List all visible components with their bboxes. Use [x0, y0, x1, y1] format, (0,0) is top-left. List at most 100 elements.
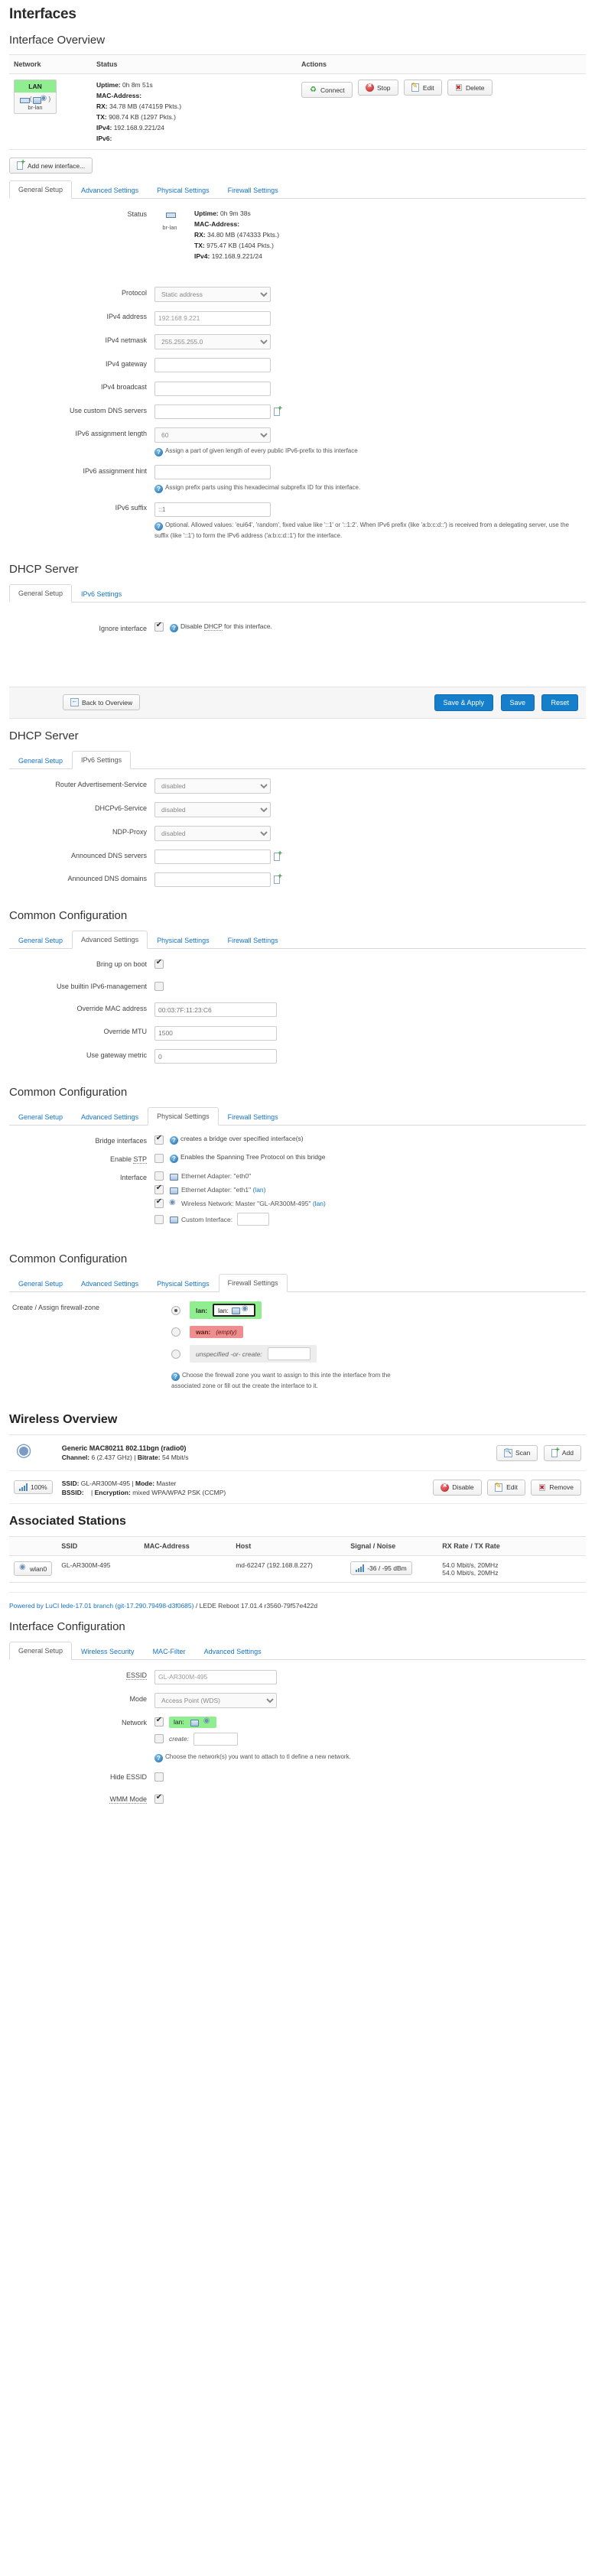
zone-wan-chip: wan: (empty) [190, 1326, 243, 1338]
zone-option-unspecified[interactable]: unspecified -or- create: [171, 1345, 586, 1363]
interface-wireless-checkbox[interactable] [154, 1197, 164, 1208]
tab-general-setup[interactable]: General Setup [9, 180, 73, 199]
add-dns-server-icon[interactable] [274, 850, 282, 861]
gateway-metric-input[interactable] [154, 1049, 277, 1064]
tab-cp-firewall-settings[interactable]: Firewall Settings [219, 1108, 288, 1126]
zone-wan-radio[interactable] [171, 1327, 180, 1337]
router-advertisement-select[interactable]: disabled [154, 778, 271, 794]
delete-button[interactable]: Delete [447, 80, 493, 96]
mode-select[interactable]: Access Point (WDS) [154, 1692, 277, 1708]
stop-button[interactable]: Stop [358, 80, 398, 96]
save-button[interactable]: Save [500, 694, 535, 711]
tab-cf-physical-settings[interactable]: Physical Settings [148, 1275, 219, 1292]
ndp-proxy-select[interactable]: disabled [154, 825, 271, 841]
ipv4-netmask-select[interactable]: 255.255.255.0 [154, 333, 271, 349]
tab-cp-physical-settings[interactable]: Physical Settings [148, 1107, 219, 1126]
reset-button[interactable]: Reset [541, 694, 578, 711]
enable-stp-checkbox[interactable] [154, 1153, 164, 1163]
ipv4-address-input[interactable] [154, 310, 271, 326]
remove-wifi-button[interactable]: Remove [531, 1479, 581, 1496]
dhcpv6-service-select[interactable]: disabled [154, 801, 271, 817]
tab-ic-advanced-settings[interactable]: Advanced Settings [195, 1642, 271, 1660]
add-dns-icon[interactable] [274, 405, 282, 416]
disable-wifi-button[interactable]: Disable [433, 1479, 482, 1496]
zone-lan-chip: lan: lan: [190, 1301, 262, 1319]
ignore-interface-checkbox[interactable] [154, 621, 164, 632]
row-ipv4-address: IPv4 address [9, 310, 586, 326]
footer-link-text[interactable]: Powered by LuCI lede-17.01 branch (git-1… [9, 1602, 193, 1610]
tab-ca-advanced-settings[interactable]: Advanced Settings [72, 930, 148, 949]
override-mtu-label: Override MTU [103, 1028, 147, 1035]
hide-essid-checkbox[interactable] [154, 1772, 164, 1782]
interface-eth1-checkbox[interactable] [154, 1184, 164, 1194]
announced-dns-domains-input[interactable] [154, 872, 271, 887]
tab-ic-general-setup[interactable]: General Setup [9, 1642, 73, 1660]
tab-cf-firewall-settings[interactable]: Firewall Settings [218, 1274, 288, 1292]
wmm-mode-checkbox[interactable] [154, 1793, 164, 1804]
footer-credits: Powered by LuCI lede-17.01 branch (git-1… [9, 1592, 586, 1610]
override-mtu-input[interactable] [154, 1025, 277, 1041]
tab-ca-general-setup[interactable]: General Setup [9, 931, 72, 949]
bring-up-on-boot-checkbox[interactable] [154, 958, 164, 970]
custom-dns-input[interactable] [154, 404, 271, 419]
tab-physical-settings[interactable]: Physical Settings [148, 181, 219, 199]
edit-wifi-label: Edit [506, 1483, 518, 1491]
scan-button[interactable]: Scan [496, 1444, 538, 1461]
ipv4-gateway-input[interactable] [154, 358, 271, 372]
bridge-interfaces-checkbox[interactable] [154, 1134, 164, 1145]
tab-dhcp-general-setup[interactable]: General Setup [9, 583, 73, 603]
tab-ca-physical-settings[interactable]: Physical Settings [148, 931, 219, 949]
network-lan-checkbox[interactable] [154, 1716, 164, 1727]
add-new-interface-button[interactable]: Add new interface... [9, 158, 93, 174]
add-wifi-button[interactable]: Add [543, 1444, 581, 1461]
custom-interface-input[interactable] [237, 1213, 270, 1226]
tab-cf-general-setup[interactable]: General Setup [9, 1275, 72, 1292]
connect-button-label: Connect [320, 86, 345, 94]
tx-value: 975.47 KB (1404 Pkts.) [206, 242, 274, 249]
zone-option-wan[interactable]: wan: (empty) [171, 1326, 586, 1338]
tab-ic-mac-filter[interactable]: MAC-Filter [144, 1642, 195, 1660]
zone-create-input[interactable] [267, 1347, 311, 1360]
announced-dns-servers-input[interactable] [154, 849, 271, 864]
interface-eth0-checkbox[interactable] [154, 1171, 164, 1181]
station-signal-badge: -36 / -95 dBm [350, 1561, 412, 1575]
ipv4-broadcast-label: IPv4 broadcast [100, 383, 147, 391]
add-dns-domain-icon[interactable] [274, 873, 282, 884]
tab-dhcp2-general-setup[interactable]: General Setup [9, 752, 72, 769]
ipv6-assignment-hint-input[interactable] [154, 465, 271, 479]
override-mac-input[interactable] [154, 1002, 277, 1017]
protocol-select[interactable]: Static address [154, 287, 271, 302]
interface-custom-checkbox[interactable] [154, 1214, 164, 1224]
network-create-checkbox[interactable] [154, 1734, 164, 1743]
mac-label: MAC-Address: [96, 92, 142, 99]
tab-cf-advanced-settings[interactable]: Advanced Settings [72, 1275, 148, 1292]
back-to-overview-button[interactable]: Back to Overview [63, 694, 141, 710]
zone-unspecified-radio[interactable] [171, 1349, 180, 1359]
ipv6-suffix-input[interactable] [154, 502, 271, 517]
tab-ca-firewall-settings[interactable]: Firewall Settings [219, 931, 288, 949]
edit-wifi-button[interactable]: Edit [487, 1479, 525, 1496]
zone-option-lan[interactable]: lan: lan: [171, 1301, 586, 1319]
ipv4-broadcast-input[interactable] [154, 381, 271, 396]
tab-cp-advanced-settings[interactable]: Advanced Settings [72, 1108, 148, 1126]
edit-button[interactable]: Edit [403, 80, 442, 96]
common-firewall-tabs: General Setup Advanced Settings Physical… [9, 1273, 586, 1292]
tab-dhcp-ipv6-settings[interactable]: IPv6 Settings [72, 585, 131, 603]
dhcp-server-heading-2: DHCP Server [9, 729, 79, 742]
tab-dhcp2-ipv6-settings[interactable]: IPv6 Settings [72, 750, 132, 769]
ipv6-assignment-length-select[interactable]: 60 [154, 427, 271, 443]
save-apply-button[interactable]: Save & Apply [434, 694, 494, 711]
tab-advanced-settings[interactable]: Advanced Settings [72, 181, 148, 199]
tab-cp-general-setup[interactable]: General Setup [9, 1108, 72, 1126]
connect-button[interactable]: ♻ Connect [301, 82, 353, 98]
interface-badge-lan[interactable]: LAN () br-lan [14, 80, 57, 114]
builtin-ipv6-checkbox[interactable] [154, 982, 164, 992]
status-device: br-lan [154, 208, 185, 261]
essid-input[interactable] [154, 1669, 277, 1684]
tab-ic-wireless-security[interactable]: Wireless Security [72, 1642, 144, 1660]
zone-lan-radio[interactable] [171, 1305, 180, 1315]
wmm-mode-label: WMM Mode [109, 1795, 147, 1804]
bring-up-on-boot-label: Bring up on boot [96, 960, 147, 968]
network-create-input[interactable] [193, 1732, 238, 1746]
tab-firewall-settings[interactable]: Firewall Settings [219, 181, 288, 199]
